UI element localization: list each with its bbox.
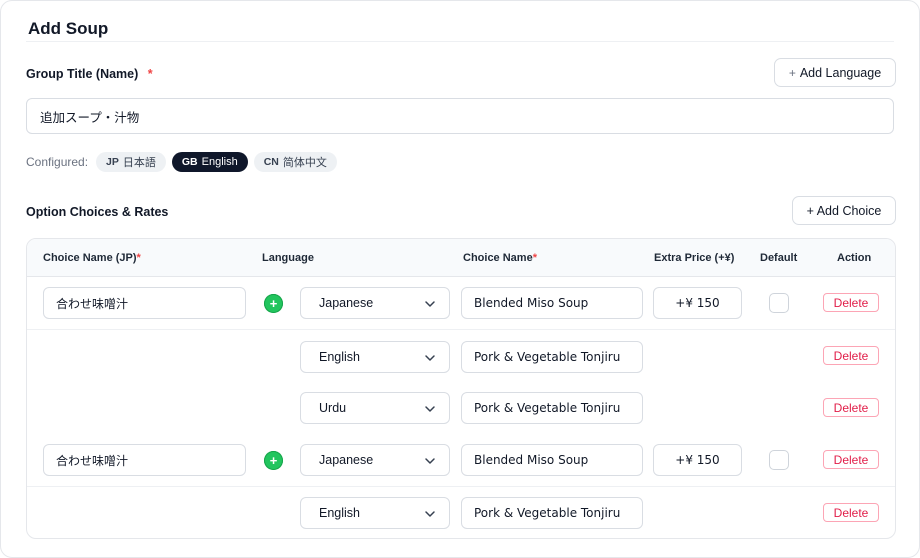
option-choices-label: Option Choices & Rates [26, 205, 169, 219]
header-default: Default [760, 252, 798, 264]
header-choice-name-jp: Choice Name (JP)* [43, 252, 141, 264]
delete-button[interactable]: Delete [823, 293, 879, 312]
required-mark: * [147, 67, 153, 81]
delete-button[interactable]: Delete [823, 398, 879, 417]
language-select[interactable]: Japanese [300, 444, 450, 476]
chevron-down-icon [425, 301, 435, 307]
delete-button[interactable]: Delete [823, 450, 879, 469]
header-extra-price: Extra Price (+¥) [654, 252, 735, 264]
choice-name-input[interactable]: Blended Miso Soup [461, 444, 643, 476]
language-value: English [319, 350, 360, 364]
language-select[interactable]: English [300, 341, 450, 373]
group-title-label-text: Group Title (Name) [26, 67, 139, 81]
chip-code: JP [106, 156, 119, 168]
add-translation-icon[interactable]: + [264, 294, 283, 313]
chip-name: English [201, 156, 238, 168]
chevron-down-icon [425, 406, 435, 412]
row-divider [27, 329, 895, 330]
choice-name-input[interactable]: Pork & Vegetable Tonjiru [461, 497, 643, 529]
language-select[interactable]: Japanese [300, 287, 450, 319]
language-select[interactable]: Urdu [300, 392, 450, 424]
plus-icon: + [788, 65, 796, 80]
jp-name-input[interactable]: 合わせ味噌汁 [43, 287, 246, 319]
page-title: Add Soup [28, 19, 109, 38]
language-value: English [319, 506, 360, 520]
choice-name-input[interactable]: Pork & Vegetable Tonjiru [461, 392, 643, 424]
chevron-down-icon [425, 458, 435, 464]
table-header: Choice Name (JP)* Language Choice Name* … [27, 239, 895, 277]
add-language-button[interactable]: + Add Language [774, 58, 896, 87]
add-choice-button[interactable]: + Add Choice [792, 196, 896, 225]
language-chip-cn[interactable]: CN 简体中文 [253, 152, 337, 172]
add-language-label: Add Language [799, 65, 882, 80]
title-divider [26, 41, 894, 42]
choices-table: Choice Name (JP)* Language Choice Name* … [26, 238, 896, 539]
add-translation-icon[interactable]: + [264, 451, 283, 470]
group-title-label: Group Title (Name) * [26, 67, 153, 81]
default-checkbox[interactable] [769, 450, 789, 470]
header-action: Action [837, 252, 872, 264]
header-language: Language [262, 252, 314, 264]
extra-price-input[interactable]: +¥ 150 [653, 287, 742, 319]
chip-name: 日本語 [122, 156, 156, 169]
chip-code: GB [181, 156, 198, 168]
chip-code: CN [263, 156, 279, 168]
group-title-input[interactable]: 追加スープ・汁物 [26, 98, 894, 134]
required-mark: * [532, 252, 537, 264]
choice-name-input[interactable]: Blended Miso Soup [461, 287, 643, 319]
header-choice-name: Choice Name* [463, 252, 537, 264]
language-value: Urdu [319, 401, 347, 415]
required-mark: * [136, 252, 141, 264]
language-value: Japanese [319, 453, 374, 467]
add-soup-card: Add Soup Group Title (Name) * + Add Lang… [0, 0, 920, 558]
language-chip-gb[interactable]: GB English [171, 152, 248, 172]
extra-price-input[interactable]: +¥ 150 [653, 444, 742, 476]
jp-name-input[interactable]: 合わせ味噌汁 [43, 444, 246, 476]
configured-label: Configured: [26, 155, 89, 169]
header-text: Choice Name (JP) [43, 252, 137, 264]
language-value: Japanese [319, 296, 374, 310]
language-chip-jp[interactable]: JP 日本語 [96, 152, 166, 172]
row-divider [27, 486, 895, 487]
language-select[interactable]: English [300, 497, 450, 529]
delete-button[interactable]: Delete [823, 503, 879, 522]
chevron-down-icon [425, 511, 435, 517]
choice-name-input[interactable]: Pork & Vegetable Tonjiru [461, 341, 643, 373]
chip-name: 简体中文 [282, 156, 327, 169]
delete-button[interactable]: Delete [823, 346, 879, 365]
default-checkbox[interactable] [769, 293, 789, 313]
chevron-down-icon [425, 355, 435, 361]
configured-languages: Configured: JP 日本語 GB English CN 简体中文 [26, 152, 337, 172]
header-text: Choice Name [463, 252, 533, 264]
